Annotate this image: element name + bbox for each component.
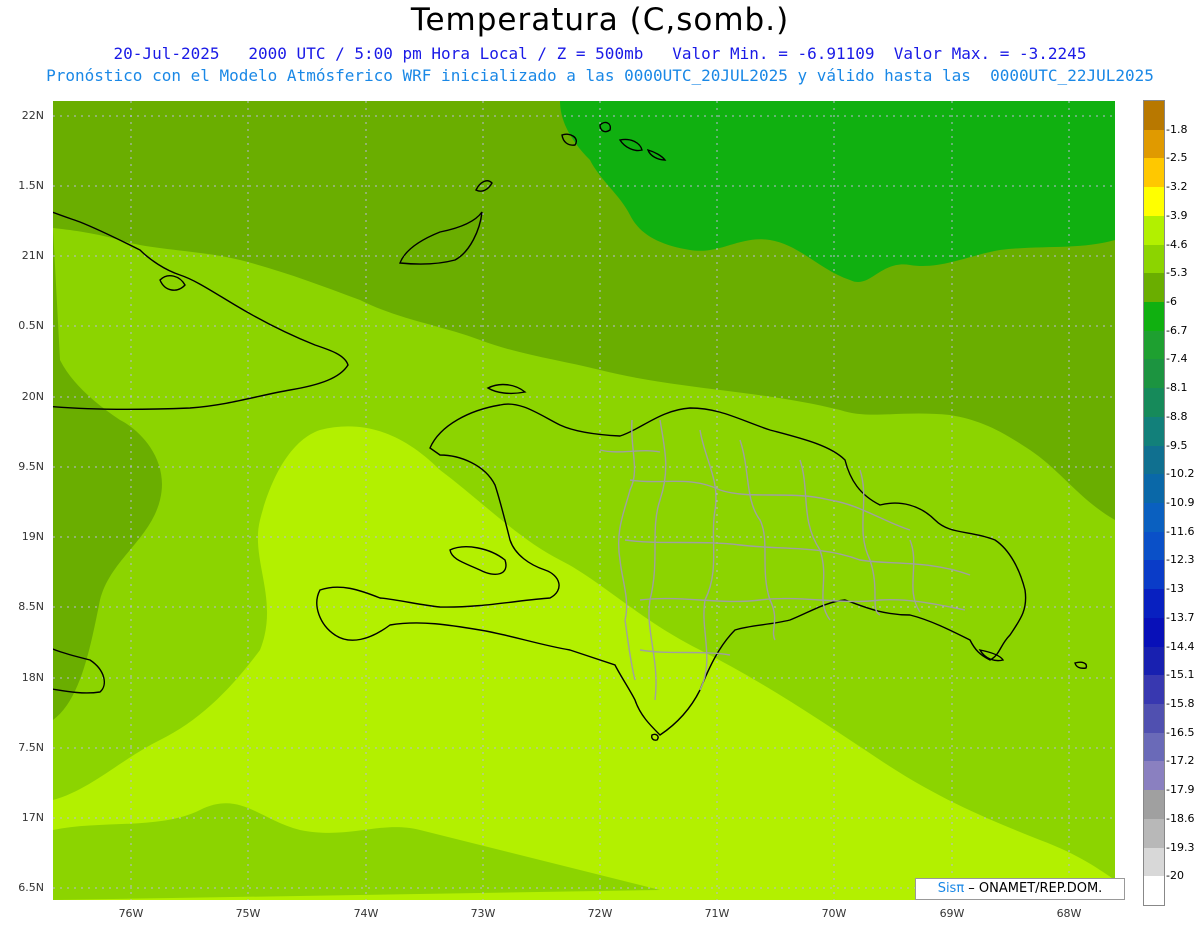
lat-label: 0.5N <box>18 319 44 332</box>
lat-label: 6.5N <box>18 881 44 894</box>
legend-swatch <box>1144 416 1164 447</box>
legend-label: -17.2 <box>1166 754 1195 768</box>
legend-swatch <box>1144 761 1164 791</box>
lat-label: 21N <box>21 249 44 262</box>
legend-swatch <box>1144 129 1164 159</box>
legend-label: -8.1 <box>1166 381 1188 395</box>
lon-label: 75W <box>235 907 261 920</box>
lat-label: 9.5N <box>18 460 44 473</box>
credit-text: – ONAMET/REP.DOM. <box>964 881 1103 896</box>
legend-label: -2.5 <box>1166 151 1188 165</box>
legend-label: -15.8 <box>1166 697 1195 710</box>
legend-label: -4.6 <box>1166 237 1188 251</box>
lat-label: 8.5N <box>18 600 44 613</box>
lat-label: 19N <box>21 530 44 543</box>
legend-swatch <box>1144 359 1164 389</box>
legend-swatch <box>1144 244 1164 274</box>
sispi-logo-text: Sisπ <box>937 881 965 896</box>
legend-swatch <box>1144 531 1164 561</box>
legend-swatch <box>1144 503 1164 533</box>
lat-label: 22N <box>21 109 44 122</box>
legend-swatch <box>1144 330 1164 360</box>
legend-label: -5.3 <box>1166 266 1188 280</box>
legend-label: -6 <box>1166 295 1177 308</box>
lon-label: 70W <box>821 907 847 920</box>
legend-label: -13.7 <box>1166 610 1195 624</box>
credit-box: Sisπ – ONAMET/REP.DOM. <box>915 878 1125 900</box>
lat-label: 18N <box>21 671 44 684</box>
legend-swatch <box>1144 617 1164 648</box>
legend-label: -16.5 <box>1166 725 1195 739</box>
legend-swatch <box>1144 158 1164 188</box>
lon-label: 71W <box>704 907 730 920</box>
legend-label: -19.3 <box>1166 840 1195 854</box>
lon-label: 72W <box>587 907 613 920</box>
lon-label: 69W <box>939 907 965 920</box>
lon-label: 76W <box>118 907 144 920</box>
legend-label: -18.6 <box>1166 811 1195 825</box>
color-legend <box>1143 100 1165 906</box>
legend-label: -11.6 <box>1166 524 1195 538</box>
legend-swatch <box>1144 101 1164 131</box>
legend-swatch <box>1144 589 1164 619</box>
lon-label: 73W <box>470 907 496 920</box>
legend-label: -20 <box>1166 869 1184 883</box>
legend-swatch <box>1144 560 1164 590</box>
legend-label: -3.9 <box>1166 208 1188 222</box>
legend-label: -1.8 <box>1166 122 1188 136</box>
legend-label: -9.5 <box>1166 438 1188 452</box>
temperature-map <box>53 101 1115 900</box>
legend-label: -14.4 <box>1166 639 1195 653</box>
legend-label: -10.9 <box>1166 496 1195 509</box>
legend-swatch <box>1144 187 1164 217</box>
lat-label: 1.5N <box>18 179 44 192</box>
legend-label: -13 <box>1166 582 1184 596</box>
legend-label: -6.7 <box>1166 323 1188 337</box>
legend-label: -15.1 <box>1166 668 1195 682</box>
legend-swatch <box>1144 847 1164 877</box>
lat-label: 7.5N <box>18 741 44 754</box>
legend-label: -17.9 <box>1166 783 1195 797</box>
lat-label: 17N <box>21 811 44 824</box>
legend-swatch <box>1144 675 1164 705</box>
legend-swatch <box>1144 876 1164 906</box>
legend-swatch <box>1144 818 1164 849</box>
legend-label: -10.2 <box>1166 467 1195 481</box>
legend-swatch <box>1144 273 1164 303</box>
legend-label: -12.3 <box>1166 553 1195 567</box>
legend-label: -3.2 <box>1166 180 1188 194</box>
legend-label: -7.4 <box>1166 352 1188 366</box>
legend-swatch <box>1144 474 1164 504</box>
legend-swatch <box>1144 445 1164 475</box>
legend-swatch <box>1144 302 1164 332</box>
legend-swatch <box>1144 646 1164 676</box>
lon-label: 74W <box>353 907 379 920</box>
legend-swatch <box>1144 790 1164 820</box>
lat-label: 20N <box>21 390 44 403</box>
lon-label: 68W <box>1056 907 1082 920</box>
legend-swatch <box>1144 704 1164 734</box>
legend-label: -8.8 <box>1166 409 1188 423</box>
legend-swatch <box>1144 732 1164 762</box>
legend-swatch <box>1144 388 1164 418</box>
legend-swatch <box>1144 215 1164 246</box>
